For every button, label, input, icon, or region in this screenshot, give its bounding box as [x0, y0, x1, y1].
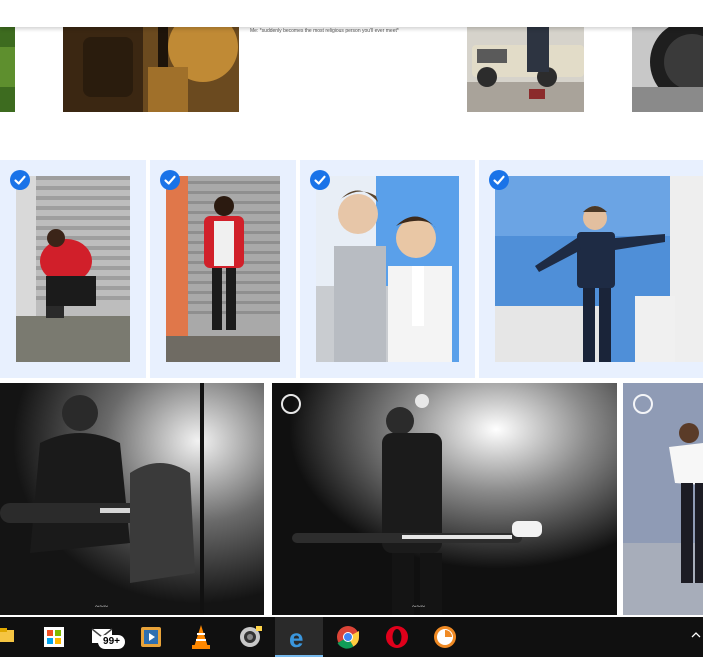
camera-app-icon[interactable] — [226, 617, 274, 657]
mail-unread-badge: 99+ — [98, 635, 125, 649]
edge-icon[interactable]: e — [275, 617, 323, 657]
unselected-circle-icon[interactable] — [633, 394, 653, 414]
photo-man-red-jacket-standing[interactable] — [166, 176, 280, 362]
photo-man-red-jacket-crouching[interactable] — [16, 176, 130, 362]
show-hidden-icons-chevron-icon[interactable] — [690, 628, 702, 646]
photo-bassist-bw[interactable]: ~~~ — [272, 383, 617, 615]
top-app-bar — [0, 0, 703, 27]
microsoft-store-icon[interactable] — [30, 617, 78, 657]
photo-thumbnail-vintage-car[interactable] — [467, 27, 584, 112]
photo-guitarist-bw[interactable]: ~~~ — [0, 383, 264, 615]
svg-text:e: e — [289, 623, 303, 653]
unselected-circle-icon[interactable] — [281, 394, 301, 414]
selected-checkmark-icon[interactable] — [310, 170, 330, 190]
chrome-icon[interactable] — [324, 617, 372, 657]
selected-checkmark-icon[interactable] — [160, 170, 180, 190]
photo-woman-white-top[interactable] — [623, 383, 703, 615]
vlc-icon[interactable] — [177, 617, 225, 657]
media-player-icon[interactable] — [127, 617, 175, 657]
selected-checkmark-icon[interactable] — [10, 170, 30, 190]
svg-text:~~~: ~~~ — [95, 602, 109, 611]
file-explorer-icon[interactable] — [0, 617, 34, 657]
timer-icon[interactable] — [421, 617, 469, 657]
photo-thumbnail-microphone[interactable] — [63, 27, 239, 112]
selected-checkmark-icon[interactable] — [489, 170, 509, 190]
svg-text:~~~: ~~~ — [412, 602, 426, 611]
photo-thumbnail-edge-green[interactable] — [0, 27, 15, 112]
photo-two-men-white-suits[interactable] — [316, 176, 459, 362]
opera-icon[interactable] — [373, 617, 421, 657]
photo-man-dark-suit-sky[interactable] — [495, 176, 703, 362]
photo-thumbnail-tire-bw[interactable] — [632, 27, 703, 112]
meme-caption: Me: *suddenly becomes the most religious… — [250, 28, 399, 34]
